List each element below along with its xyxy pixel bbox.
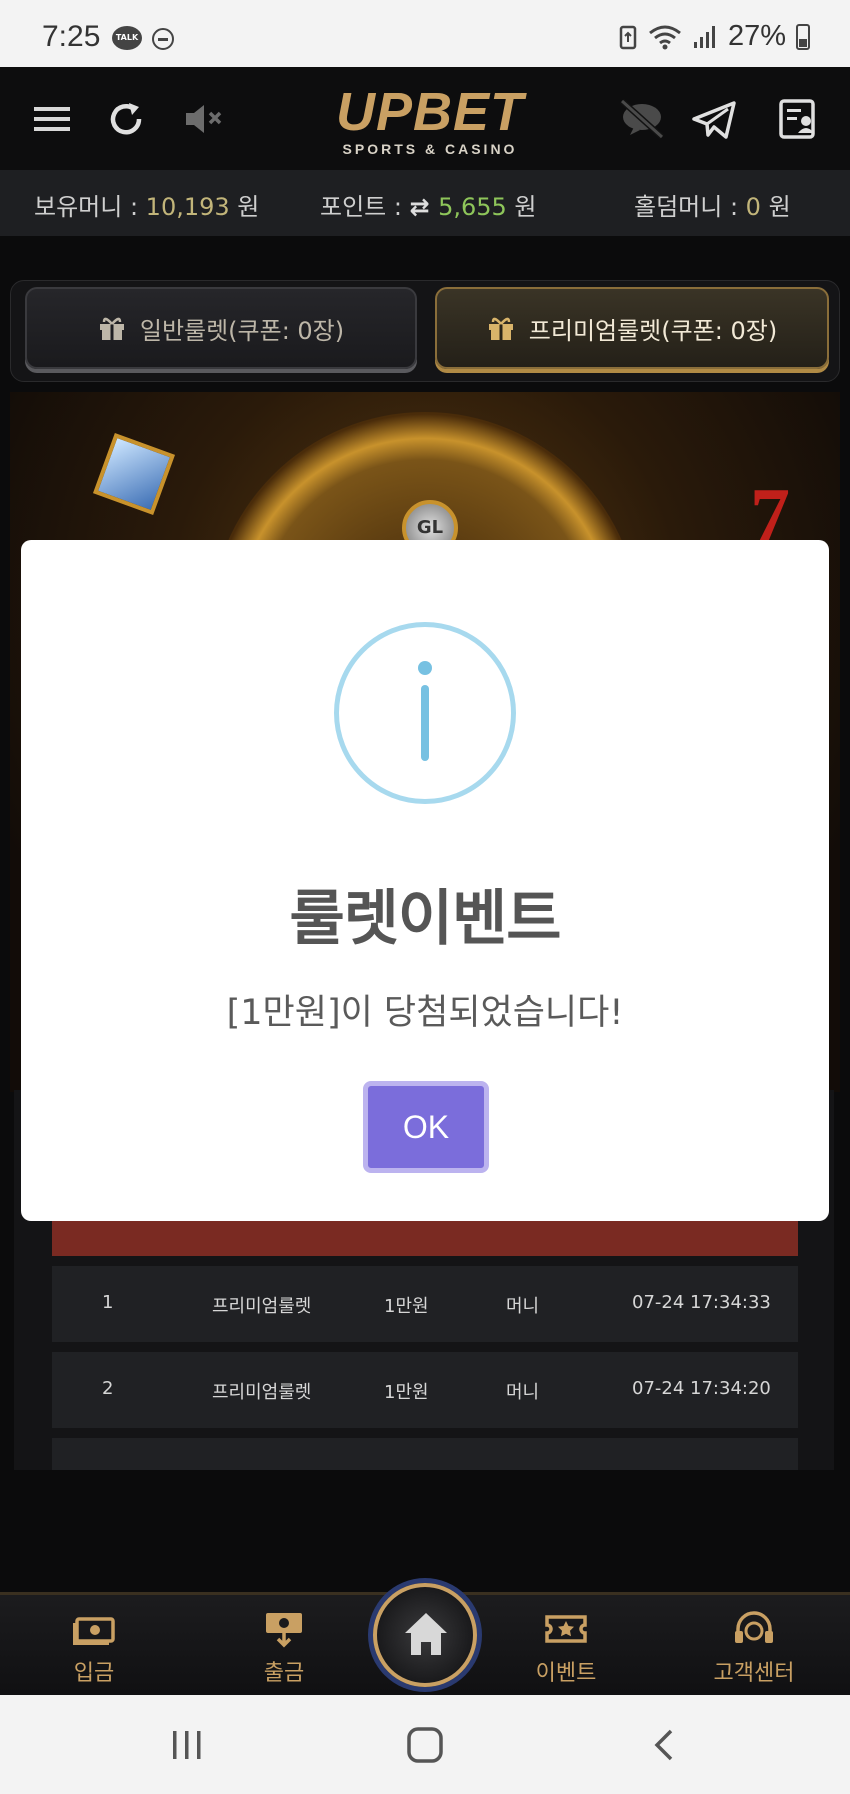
points[interactable]: 포인트 : ⇄ 5,655 원 — [320, 187, 537, 222]
roulette-tabs: 일반룰렛(쿠폰: 0장) 프리미엄룰렛(쿠폰: 0장) — [10, 280, 840, 382]
status-right: 27% — [618, 20, 810, 53]
event-ticket-icon — [545, 1615, 587, 1643]
nav-support[interactable]: 고객센터 — [694, 1607, 814, 1687]
logo-sub-text: SPORTS & CASINO — [342, 141, 518, 157]
nav-home-button[interactable] — [373, 1583, 477, 1687]
menu-icon[interactable] — [32, 97, 76, 141]
balance-bar: 보유머니 : 10,193 원 포인트 : ⇄ 5,655 원 홀덤머니 : 0… — [0, 170, 850, 236]
upbet-logo[interactable]: UPBET SPORTS & CASINO — [305, 85, 555, 157]
recent-apps-icon[interactable] — [167, 1727, 207, 1763]
ok-button[interactable]: OK — [363, 1081, 489, 1173]
exchange-arrows-icon[interactable]: ⇄ — [410, 193, 438, 221]
hold-money-unit: 원 — [229, 193, 260, 221]
points-unit: 원 — [506, 193, 537, 221]
nav-event[interactable]: 이벤트 — [506, 1607, 626, 1687]
telegram-icon[interactable] — [692, 97, 736, 141]
gift-icon — [99, 317, 124, 340]
holdem-money-value: 0 — [745, 193, 761, 221]
cell-kind: 머니 — [506, 1296, 540, 1317]
info-icon — [334, 622, 516, 804]
cell-amount: 1만원 — [384, 1296, 429, 1317]
table-row: 2 프리미엄룰렛 1만원 머니 07-24 17:34:20 — [52, 1352, 798, 1428]
withdraw-icon — [266, 1613, 302, 1648]
nav-withdraw[interactable]: 출금 — [224, 1607, 344, 1687]
cell-date: 07-24 17:34:33 — [632, 1292, 771, 1313]
battery-percent: 27% — [727, 20, 786, 52]
battery-saver-icon — [619, 25, 637, 49]
kakaotalk-icon: TALK — [112, 26, 142, 50]
status-time: 7:25 — [42, 20, 101, 53]
diamond-gem-icon — [92, 432, 176, 516]
back-icon[interactable] — [645, 1727, 685, 1763]
signal-icon — [693, 25, 715, 48]
cell-type: 프리미엄룰렛 — [212, 1382, 312, 1403]
hold-money-value: 10,193 — [145, 193, 230, 221]
tab-normal-roulette[interactable]: 일반룰렛(쿠폰: 0장) — [25, 287, 417, 369]
home-icon — [405, 1613, 447, 1655]
dialog-title: 룰렛이벤트 — [289, 884, 562, 954]
nav-withdraw-label: 출금 — [263, 1661, 305, 1686]
holdem-money: 홀덤머니 : 0 원 — [634, 187, 791, 222]
speech-off-icon[interactable] — [616, 97, 668, 141]
tab-premium-roulette[interactable]: 프리미엄룰렛(쿠폰: 0장) — [435, 287, 829, 369]
battery-icon — [796, 23, 810, 50]
notice-icon[interactable] — [776, 97, 820, 141]
mute-icon[interactable] — [182, 97, 226, 141]
cell-type: 프리미엄룰렛 — [212, 1296, 312, 1317]
holdem-money-unit: 원 — [760, 193, 791, 221]
hold-money-label: 보유머니 : — [34, 193, 146, 221]
gift-icon — [488, 317, 513, 340]
info-icon-dot — [418, 661, 432, 675]
wifi-icon — [649, 25, 681, 49]
cell-no: 1 — [102, 1292, 114, 1313]
table-row-partial — [52, 1438, 798, 1470]
refresh-icon[interactable] — [105, 97, 149, 141]
deposit-icon — [73, 1617, 115, 1645]
cell-kind: 머니 — [506, 1382, 540, 1403]
points-label: 포인트 : — [320, 193, 410, 221]
nav-deposit-label: 입금 — [73, 1661, 115, 1686]
home-nav-icon[interactable] — [405, 1727, 445, 1763]
dialog-message: [1만원]이 당첨되었습니다! — [226, 993, 624, 1033]
points-value: 5,655 — [438, 193, 507, 221]
hold-money: 보유머니 : 10,193 원 — [34, 187, 259, 222]
info-icon-bar — [421, 685, 429, 761]
tab-premium-roulette-label: 프리미엄룰렛(쿠폰: 0장) — [528, 316, 778, 345]
cell-date: 07-24 17:34:20 — [632, 1378, 771, 1399]
win-alert-dialog: 룰렛이벤트 [1만원]이 당첨되었습니다! OK — [21, 540, 829, 1221]
nav-event-label: 이벤트 — [535, 1661, 597, 1686]
headset-icon — [735, 1611, 773, 1643]
holdem-money-label: 홀덤머니 : — [634, 193, 746, 221]
cell-amount: 1만원 — [384, 1382, 429, 1403]
nav-support-label: 고객센터 — [713, 1661, 795, 1686]
table-row: 1 프리미엄룰렛 1만원 머니 07-24 17:34:33 — [52, 1266, 798, 1342]
tab-normal-roulette-label: 일반룰렛(쿠폰: 0장) — [139, 316, 345, 345]
cell-no: 2 — [102, 1378, 114, 1399]
do-not-disturb-icon — [152, 28, 174, 50]
nav-deposit[interactable]: 입금 — [34, 1607, 154, 1687]
android-nav-bar — [0, 1695, 850, 1794]
logo-main-text: UPBET — [335, 82, 524, 142]
app-header: UPBET SPORTS & CASINO — [0, 67, 850, 170]
status-bar: 7:25 TALK 27% — [0, 0, 850, 67]
